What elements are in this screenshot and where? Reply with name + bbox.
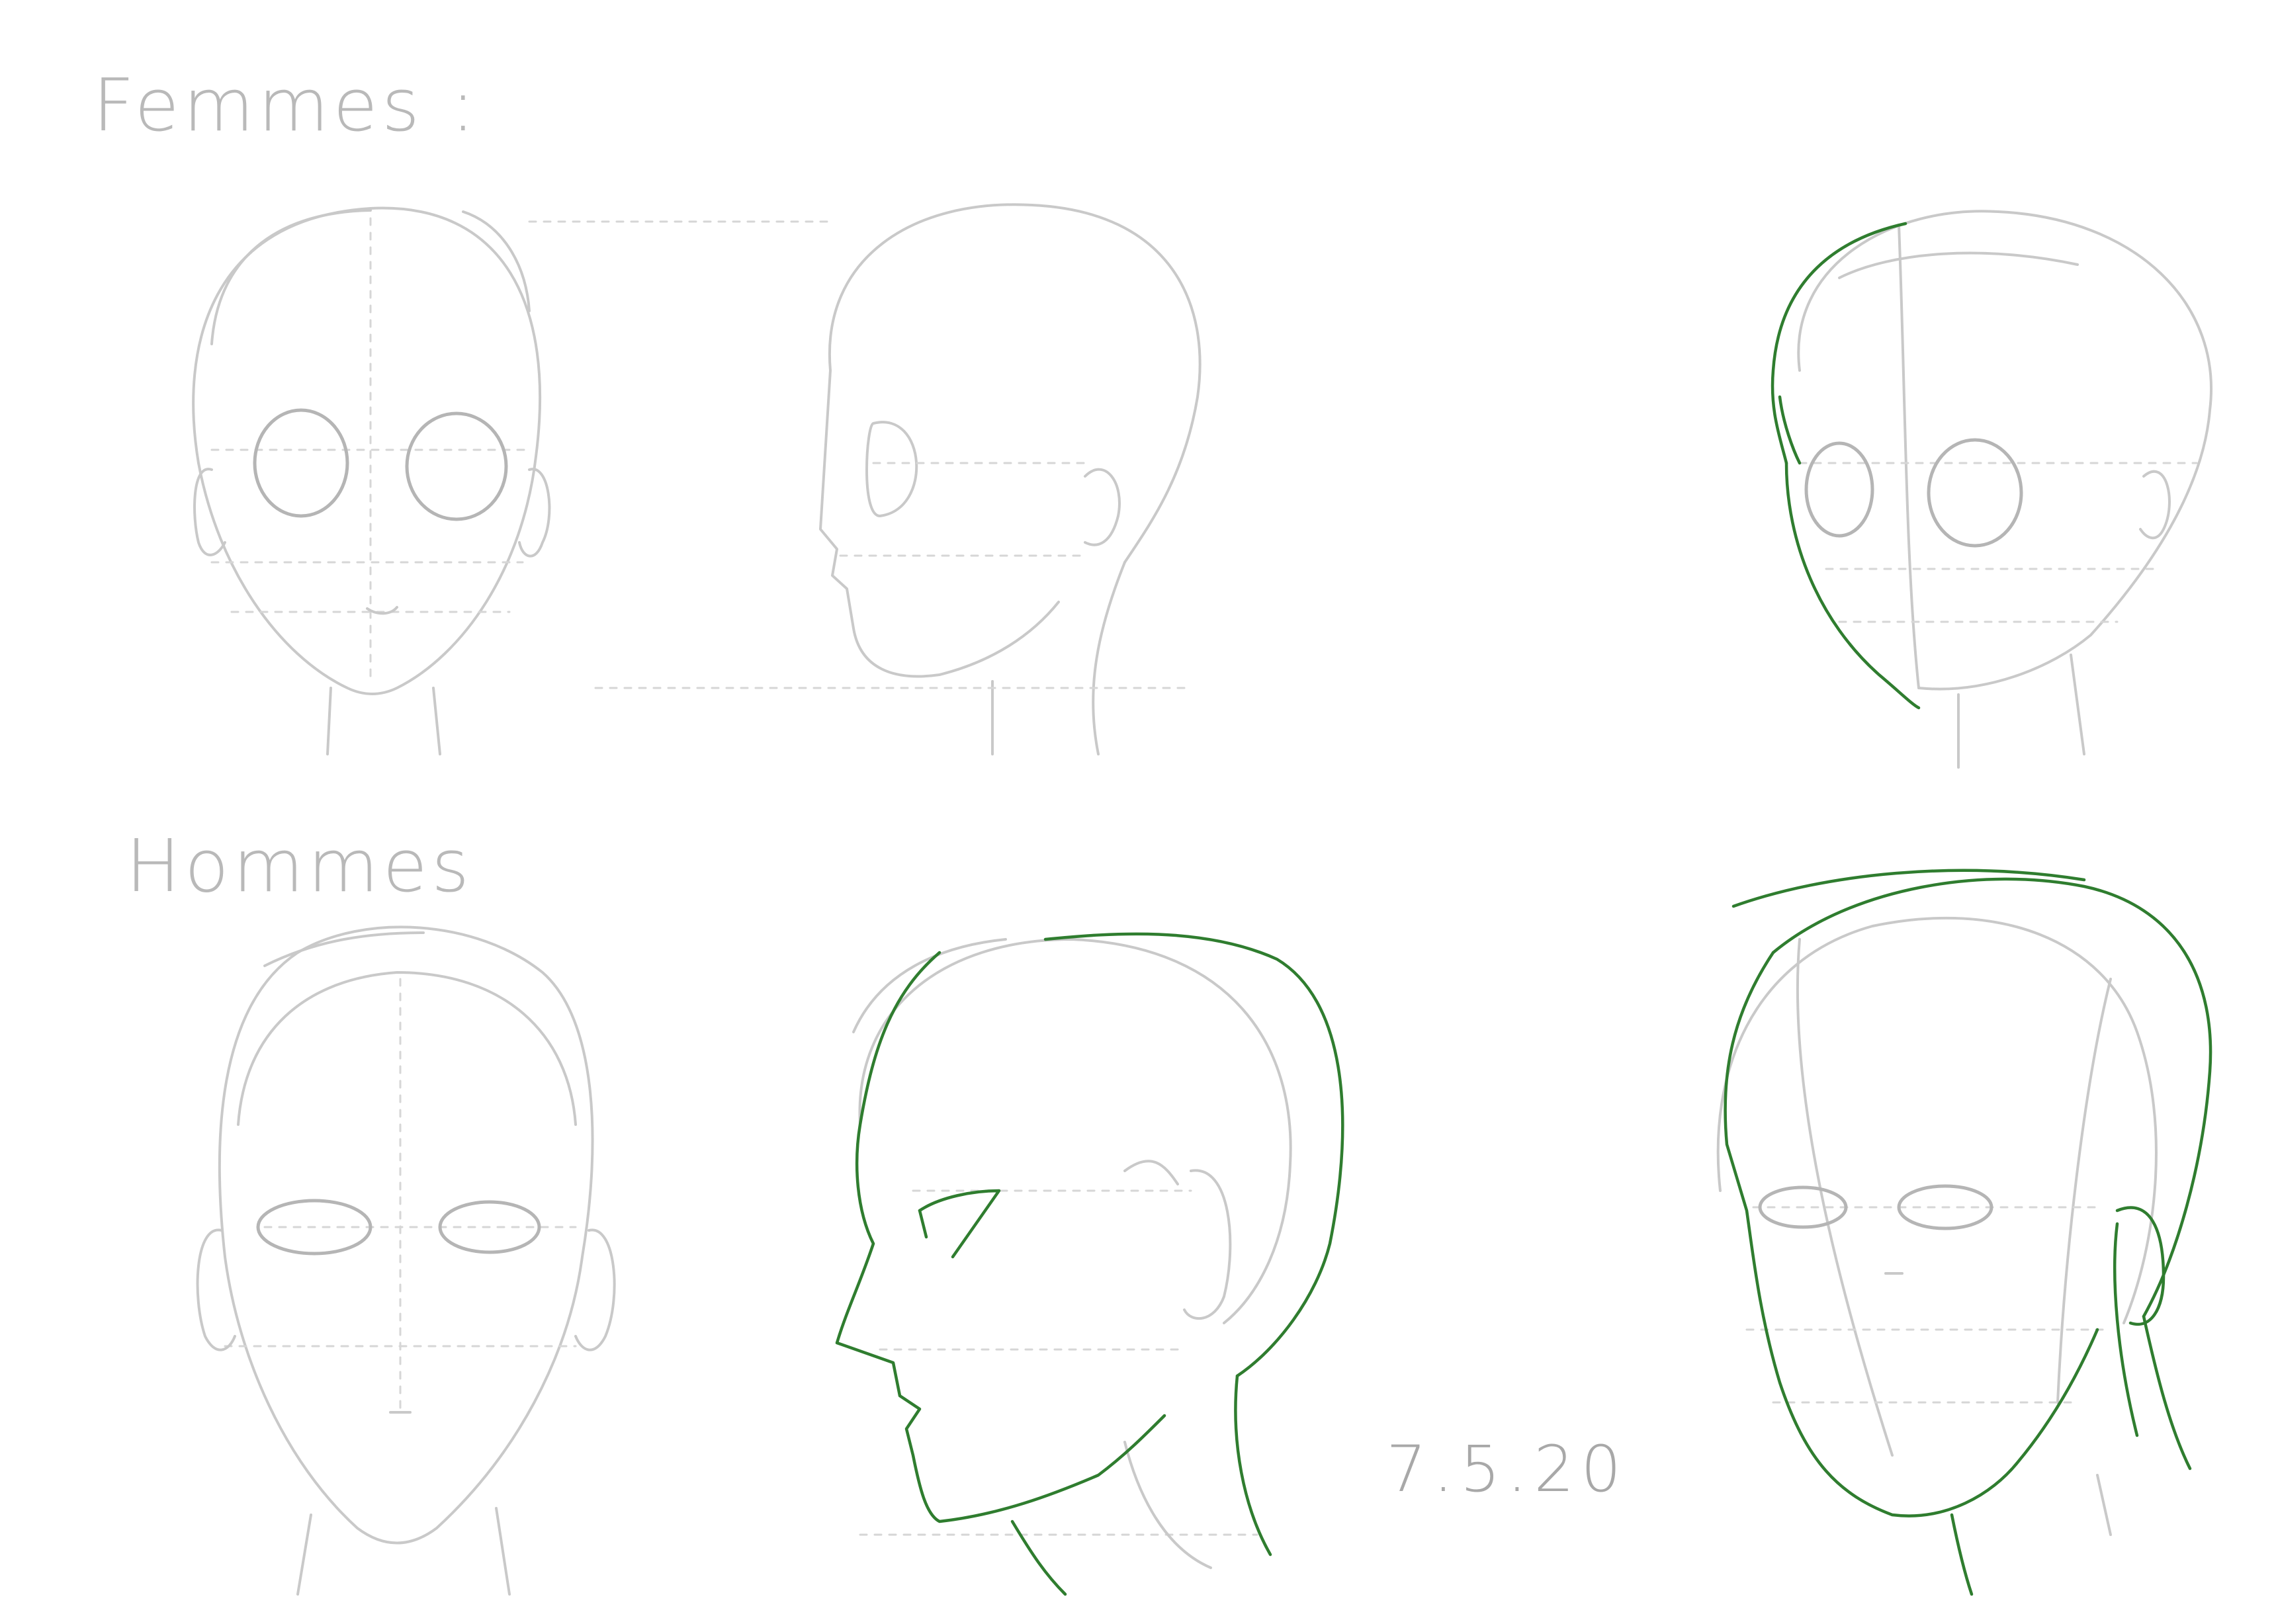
men-threequarter-head <box>1716 869 2212 1596</box>
drawings-canvas <box>192 203 2212 1596</box>
sketch-sheet: Femmes : Hommes 7.5.20 <box>0 0 2276 1621</box>
date-label: 7.5.20 <box>1386 1432 1628 1506</box>
women-threequarter-head <box>1771 210 2212 769</box>
women-front-head <box>192 206 551 755</box>
label-hommes: Hommes <box>126 824 474 908</box>
women-profile-head <box>528 203 1202 755</box>
men-front-head <box>196 925 616 1596</box>
men-profile-head <box>835 932 1344 1596</box>
label-femmes: Femmes : <box>93 63 480 148</box>
